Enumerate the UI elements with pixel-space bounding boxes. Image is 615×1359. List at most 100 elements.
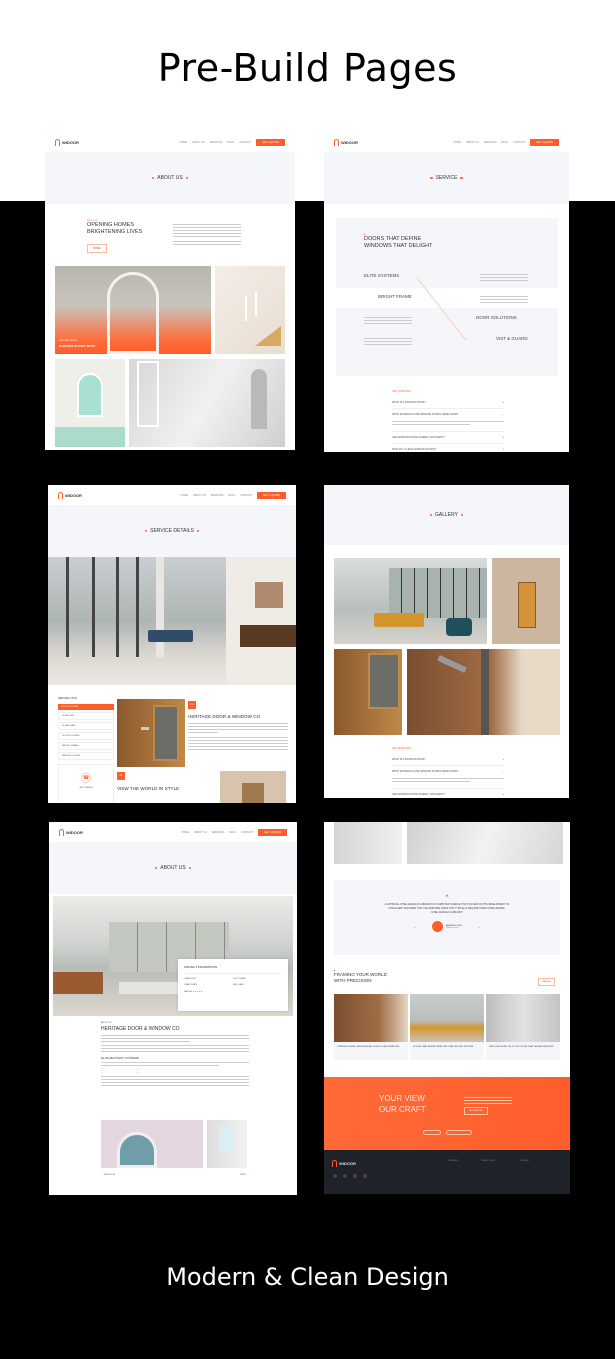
faq-question: WHAT MATERIALS ARE WINDOW DOORS MADE FRO… [392, 413, 459, 416]
previous-link[interactable]: ← PREVIOUS [101, 1174, 115, 1176]
faq-question: ARE WINDOW DOORS ENERGY EFFICIENT? [392, 793, 445, 796]
faq-item[interactable]: HOW DO I CLEAN WINDOW DOORS? + [392, 444, 504, 452]
nav-bar: WIDOOR HOME ABOUT US SERVICES BLOG CONTA… [49, 822, 297, 842]
faq-question: WHAT IS A WINDOW DOOR? [392, 758, 426, 761]
plus-icon: + [502, 436, 504, 439]
contact-box: ☎ GET TOUCH [58, 764, 114, 803]
view-all-button[interactable]: VIEW ALL [538, 978, 556, 986]
paragraph [480, 272, 528, 283]
linkedin-icon[interactable] [343, 1174, 347, 1178]
footer-logo[interactable]: WIDOOR [332, 1160, 356, 1167]
instagram-icon[interactable] [353, 1174, 357, 1178]
nav-bar: WIDOOR HOME ABOUT US SERVICES BLOG CONTA… [324, 132, 569, 152]
phone-icon: ☎ [81, 773, 91, 783]
quote-button[interactable]: GET A QUOTE [258, 828, 287, 836]
blog-post[interactable]: OPENING HOMES, BRIGHTENING LIVES DOORS W… [334, 994, 408, 1060]
nav-link[interactable]: BLOG [227, 141, 234, 144]
pill-button[interactable] [446, 1130, 472, 1135]
cta-heading: OUR CRAFT [379, 1105, 426, 1114]
sidebar-item[interactable]: VISTA VIEW [58, 712, 114, 720]
logo[interactable]: WIDOOR [58, 491, 82, 499]
preview-project-details[interactable]: WIDOOR HOME ABOUT US SERVICES BLOG CONTA… [49, 822, 297, 1195]
nav-link[interactable]: SERVICES [211, 494, 224, 497]
preview-gallery[interactable]: GALLERY ASK QUESTION WHAT IS A WINDOW DO… [324, 485, 569, 798]
nav-link[interactable]: CONTACT [239, 141, 251, 144]
nav-link[interactable]: CONTACT [241, 831, 253, 834]
dot-icon [144, 529, 148, 533]
faq-item[interactable]: ARE WINDOW DOORS ENERGY EFFICIENT? + [392, 789, 504, 798]
sidebar-item[interactable]: CLEAR GATE [58, 722, 114, 730]
preview-service[interactable]: WIDOOR HOME ABOUT US SERVICES BLOG CONTA… [324, 132, 569, 452]
service-sidebar: SERVICE LISTS ELITE SYSTEMS VISTA VIEW C… [58, 697, 114, 803]
facebook-icon[interactable] [333, 1174, 337, 1178]
logo[interactable]: WIDOOR [55, 138, 79, 146]
blog-post[interactable]: DOORS THAT DEFINE WINDOWS THAT DELIGHT S… [410, 994, 484, 1060]
cta-paragraph [464, 1095, 512, 1106]
logo[interactable]: WIDOOR [59, 828, 83, 836]
pill-button[interactable] [423, 1130, 441, 1135]
door-icon [58, 491, 63, 499]
plus-icon: + [502, 448, 504, 451]
wooden-door-image [117, 699, 185, 767]
feature[interactable]: ELITE SYSTEMS [364, 273, 399, 278]
nav-link[interactable]: ABOUT US [194, 831, 207, 834]
nav-link[interactable]: ABOUT US [193, 494, 206, 497]
nav-link[interactable]: ABOUT US [466, 141, 479, 144]
info-field: END DATE [233, 984, 244, 986]
quote-button[interactable]: GET A QUOTE [257, 491, 286, 499]
arrow-left-icon[interactable]: ← [413, 924, 418, 930]
preview-about[interactable]: WIDOOR HOME ABOUT US SERVICES BLOG CONTA… [45, 132, 295, 450]
minus-icon: − [502, 770, 504, 773]
logo[interactable]: WIDOOR [334, 138, 358, 146]
door-frame-image [220, 771, 286, 803]
nav-link[interactable]: CONTACT [513, 141, 525, 144]
faq-item[interactable]: WHAT IS A WINDOW DOOR? + [392, 397, 504, 409]
faq-label: ASK QUESTION [392, 747, 411, 750]
post-title: DOORS THAT DEFINE WINDOWS THAT DELIGHT S… [413, 1046, 474, 1048]
nav-link[interactable]: HOME [182, 831, 190, 834]
blog-post[interactable]: VIEW THE WORLD IN STYLE DOORS THAT DEFIN… [486, 994, 560, 1060]
faq-question: WHAT MATERIALS ARE WINDOW DOORS MADE FRO… [392, 770, 459, 773]
gallery-lock-image [407, 649, 560, 735]
nav-link[interactable]: SERVICES [484, 141, 497, 144]
nav-link[interactable]: SERVICES [210, 141, 223, 144]
nav-link[interactable]: HOME [454, 141, 462, 144]
faq-item[interactable]: WHAT MATERIALS ARE WINDOW DOORS MADE FRO… [392, 766, 504, 789]
check-icon: ✓ — [101, 1072, 106, 1074]
faq-item[interactable]: WHAT IS A WINDOW DOOR? + [392, 754, 504, 766]
preview-home[interactable]: ❝ AI ARTIFICIAL INTELLIGENCE IS A BRANCH… [324, 822, 570, 1194]
arrow-right-icon[interactable]: → [476, 924, 481, 930]
nav-link[interactable]: SERVICES [212, 831, 225, 834]
preview-service-details[interactable]: WIDOOR HOME ABOUT US SERVICES BLOG CONTA… [48, 485, 296, 803]
quote-button[interactable]: GET A QUOTE [256, 138, 285, 146]
faq-item[interactable]: WHAT MATERIALS ARE WINDOW DOORS MADE FRO… [392, 409, 504, 432]
project-info-card: PROJECT INFORMATION CATEGORY CUSTOMER ST… [178, 959, 288, 1011]
faq-item[interactable]: ARE WINDOW DOORS ENERGY EFFICIENT? + [392, 432, 504, 444]
plus-icon: + [502, 793, 504, 796]
info-field: CATEGORY [184, 978, 197, 980]
sidebar-item[interactable]: ELITE SYSTEMS [58, 704, 114, 710]
next-link[interactable]: NEXT → [240, 1174, 249, 1176]
twitter-icon[interactable] [363, 1174, 367, 1178]
arrow-right-icon: → [246, 1174, 249, 1176]
feature[interactable]: BRIGHT FRAME [378, 294, 412, 299]
feature[interactable]: DOOR SOLUTIONS [476, 315, 517, 320]
post-title: VIEW THE WORLD IN STYLE DOORS THAT DEFIN… [489, 1046, 554, 1048]
more-button[interactable]: MORE [87, 244, 107, 253]
cta-button[interactable]: GET STARTED [464, 1107, 488, 1115]
hero-banner: SERVICE DETAILS [48, 505, 296, 557]
nav-link[interactable]: ABOUT US [192, 141, 205, 144]
feature[interactable]: VIST & GUARD [496, 336, 528, 341]
nav-link[interactable]: CONTACT [240, 494, 252, 497]
quote-button[interactable]: GET A QUOTE [530, 138, 559, 146]
empty-room-image [129, 359, 285, 447]
sidebar-item[interactable]: WINDOW DOORS [58, 752, 114, 760]
rating-row: RATING ★★★★★ [184, 990, 282, 993]
sidebar-item[interactable]: BRIGHT FRAME [58, 742, 114, 750]
nav-link[interactable]: BLOG [501, 141, 508, 144]
nav-link[interactable]: BLOG [228, 494, 235, 497]
nav-link[interactable]: HOME [180, 141, 188, 144]
nav-link[interactable]: BLOG [229, 831, 236, 834]
nav-link[interactable]: HOME [181, 494, 189, 497]
sidebar-item[interactable]: DOOR SYSTEMS [58, 732, 114, 740]
